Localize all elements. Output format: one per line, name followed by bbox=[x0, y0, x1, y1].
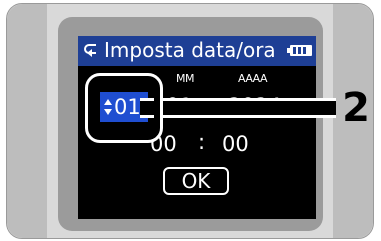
minute-field[interactable]: 00 bbox=[222, 132, 249, 156]
month-label: MM bbox=[176, 72, 194, 85]
time-separator: : bbox=[198, 130, 206, 154]
step-number-label: 2 bbox=[342, 85, 370, 131]
callout-highlight-ring bbox=[85, 73, 163, 143]
back-arrow-icon[interactable] bbox=[84, 41, 98, 59]
battery-icon bbox=[287, 45, 312, 56]
title-bar: Imposta data/ora bbox=[78, 36, 316, 66]
ok-button[interactable]: OK bbox=[163, 167, 229, 195]
page-title: Imposta data/ora bbox=[104, 38, 276, 62]
year-label: AAAA bbox=[238, 72, 268, 85]
callout-pointer-bar bbox=[140, 98, 336, 118]
